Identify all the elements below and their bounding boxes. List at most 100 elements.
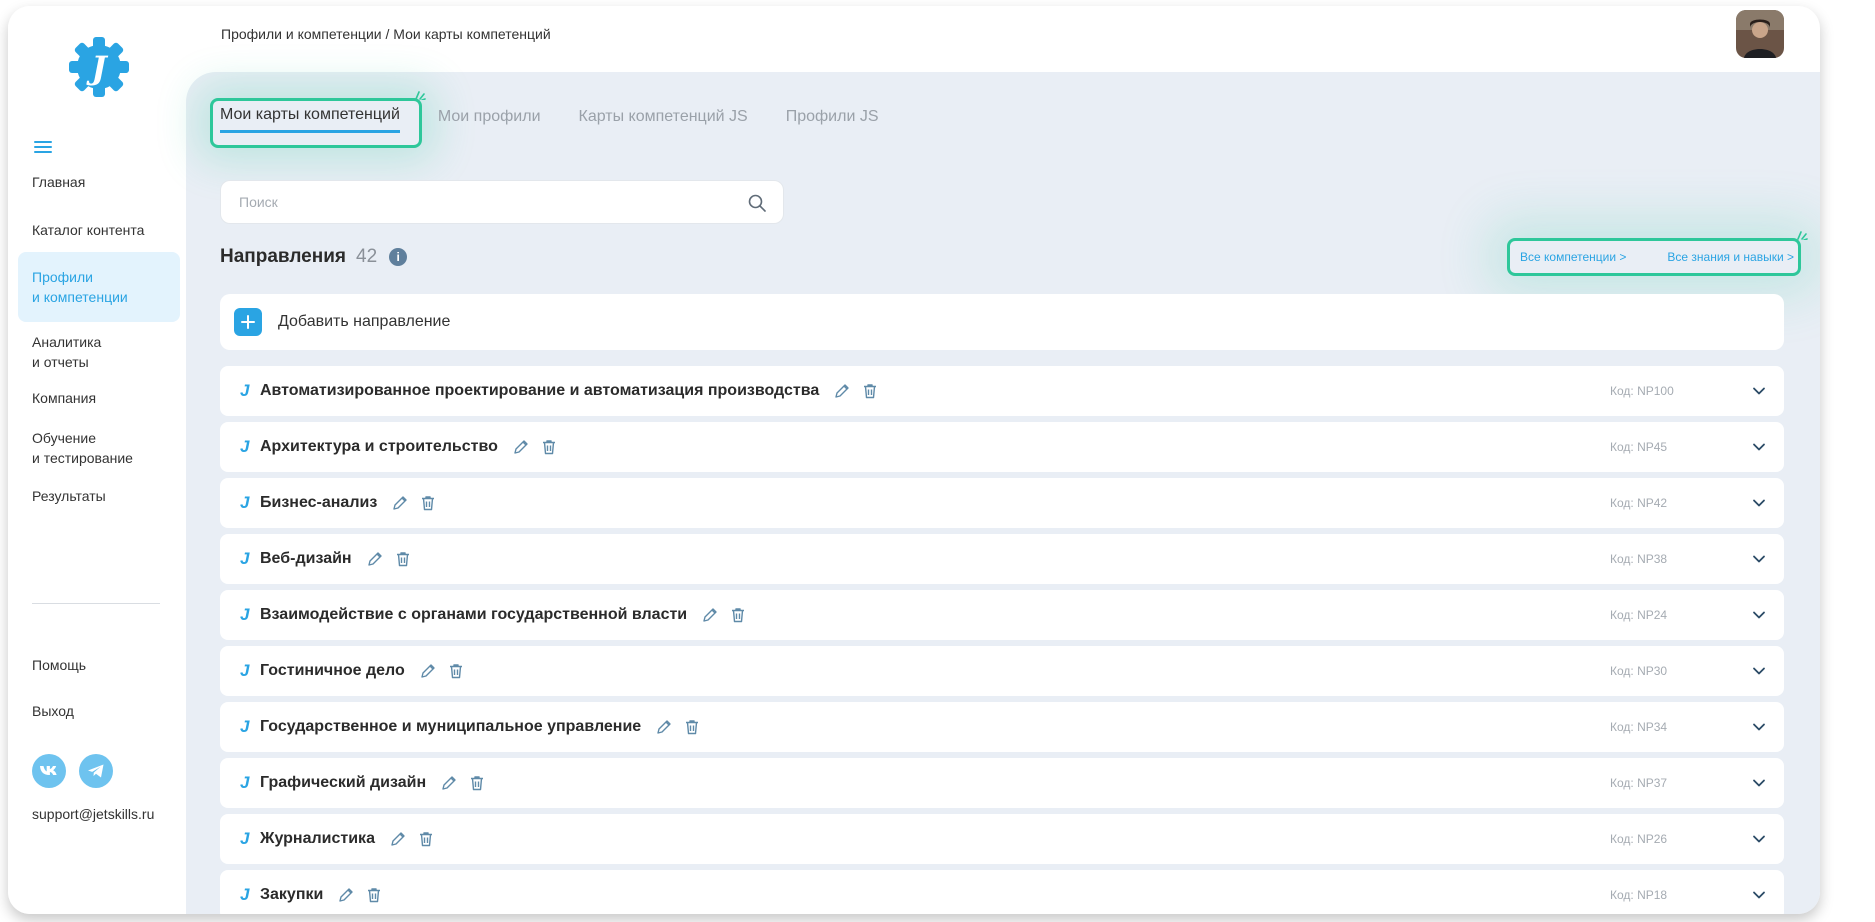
direction-title: Гостиничное дело [260, 662, 405, 679]
info-icon[interactable]: i [389, 248, 408, 266]
direction-title: Архитектура и строительство [260, 438, 498, 455]
tabs: Мои карты компетенций Мои профили Карты … [220, 106, 917, 133]
directions-count: 42 [356, 246, 378, 267]
sidebar-item-company[interactable]: Компания [18, 382, 180, 410]
chevron-down-icon[interactable] [1750, 494, 1768, 512]
vk-icon[interactable] [32, 754, 66, 788]
telegram-icon[interactable] [79, 754, 113, 788]
pencil-icon[interactable] [512, 438, 530, 456]
j-logo-icon: J [240, 381, 250, 400]
trash-icon[interactable] [468, 774, 486, 792]
sidebar-item-learning[interactable]: Обучение и тестирование [18, 422, 180, 466]
sidebar-item-profiles[interactable]: Профили и компетенции [18, 252, 180, 322]
pencil-icon[interactable] [366, 550, 384, 568]
pencil-icon[interactable] [337, 886, 355, 904]
direction-code: Код: NP45 [1610, 440, 1668, 454]
trash-icon[interactable] [540, 438, 558, 456]
sidebar-item-results[interactable]: Результаты [18, 478, 180, 506]
tab-js-profiles[interactable]: Профили JS [786, 108, 879, 132]
quick-links: Все компетенции > Все знания и навыки > [1507, 238, 1801, 276]
direction-title: Веб-дизайн [260, 550, 352, 567]
pencil-icon[interactable] [440, 774, 458, 792]
sidebar-item-analytics[interactable]: Аналитика и отчеты [18, 326, 180, 370]
trash-icon[interactable] [683, 718, 701, 736]
tab-js-competency-maps[interactable]: Карты компетенций JS [579, 108, 748, 132]
avatar[interactable] [1736, 10, 1784, 58]
direction-title: Государственное и муниципальное управлен… [260, 718, 642, 735]
direction-row[interactable]: J Автоматизированное проектирование и ав… [220, 366, 1784, 416]
direction-code: Код: NP24 [1610, 608, 1668, 622]
direction-row[interactable]: J Гостиничное дело Код: NP30 [220, 646, 1784, 696]
direction-code: Код: NP30 [1610, 664, 1668, 678]
trash-icon[interactable] [729, 606, 747, 624]
add-direction-label: Добавить направление [278, 313, 451, 330]
direction-code: Код: NP34 [1610, 720, 1668, 734]
chevron-down-icon[interactable] [1750, 774, 1768, 792]
direction-code: Код: NP37 [1610, 776, 1668, 790]
trash-icon[interactable] [419, 494, 437, 512]
j-logo-icon: J [240, 829, 250, 848]
pencil-icon[interactable] [833, 382, 851, 400]
direction-row[interactable]: J Графический дизайн Код: NP37 [220, 758, 1784, 808]
direction-row[interactable]: J Взаимодействие с органами государствен… [220, 590, 1784, 640]
sidebar-divider [32, 603, 160, 604]
trash-icon[interactable] [417, 830, 435, 848]
support-email[interactable]: support@jetskills.ru [32, 806, 154, 822]
chevron-down-icon[interactable] [1750, 662, 1768, 680]
direction-title: Журналистика [260, 830, 375, 847]
trash-icon[interactable] [394, 550, 412, 568]
direction-title: Взаимодействие с органами государственно… [260, 606, 688, 623]
logout-link[interactable]: Выход [32, 703, 74, 719]
sidebar: J Главная Каталог контента Профили и ком… [8, 6, 186, 914]
trash-icon[interactable] [861, 382, 879, 400]
trash-icon[interactable] [447, 662, 465, 680]
direction-row[interactable]: J Бизнес-анализ Код: NP42 [220, 478, 1784, 528]
chevron-down-icon[interactable] [1750, 886, 1768, 904]
direction-code: Код: NP42 [1610, 496, 1668, 510]
direction-title: Закупки [260, 886, 324, 903]
pencil-icon[interactable] [655, 718, 673, 736]
chevron-down-icon[interactable] [1750, 718, 1768, 736]
menu-icon[interactable] [34, 141, 52, 155]
pencil-icon[interactable] [701, 606, 719, 624]
breadcrumb: Профили и компетенции / Мои карты компет… [221, 26, 551, 42]
sidebar-item-home[interactable]: Главная [18, 170, 180, 198]
j-logo-icon: J [240, 717, 250, 736]
chevron-down-icon[interactable] [1750, 550, 1768, 568]
all-competencies-link[interactable]: Все компетенции > [1520, 250, 1626, 264]
add-direction-button[interactable]: Добавить направление [220, 294, 1784, 350]
j-logo-icon: J [240, 885, 250, 904]
direction-row[interactable]: J Государственное и муниципальное управл… [220, 702, 1784, 752]
pencil-icon[interactable] [389, 830, 407, 848]
tab-my-competency-maps[interactable]: Мои карты компетенций [220, 106, 400, 133]
logo-icon[interactable]: J [66, 34, 132, 100]
pencil-icon[interactable] [391, 494, 409, 512]
chevron-down-icon[interactable] [1750, 606, 1768, 624]
search-input[interactable] [221, 181, 783, 223]
sidebar-item-catalog[interactable]: Каталог контента [18, 218, 180, 246]
j-logo-icon: J [240, 661, 250, 680]
direction-title: Бизнес-анализ [260, 494, 378, 511]
trash-icon[interactable] [365, 886, 383, 904]
directions-header: Направления 42 i [220, 246, 408, 268]
chevron-down-icon[interactable] [1750, 830, 1768, 848]
direction-code: Код: NP100 [1610, 384, 1674, 398]
direction-row[interactable]: J Журналистика Код: NP26 [220, 814, 1784, 864]
j-logo-icon: J [240, 773, 250, 792]
direction-row[interactable]: J Закупки Код: NP18 [220, 870, 1784, 914]
direction-code: Код: NP26 [1610, 832, 1668, 846]
direction-row[interactable]: J Архитектура и строительство Код: NP45 [220, 422, 1784, 472]
pencil-icon[interactable] [419, 662, 437, 680]
chevron-down-icon[interactable] [1750, 382, 1768, 400]
search-icon[interactable] [747, 193, 767, 213]
app-window: J Главная Каталог контента Профили и ком… [8, 6, 1820, 914]
direction-code: Код: NP38 [1610, 552, 1668, 566]
direction-title: Графический дизайн [260, 774, 427, 791]
spark-icon [415, 91, 426, 100]
tab-my-profiles[interactable]: Мои профили [438, 108, 541, 132]
directions-list: J Автоматизированное проектирование и ав… [220, 366, 1784, 914]
all-skills-link[interactable]: Все знания и навыки > [1667, 250, 1794, 264]
chevron-down-icon[interactable] [1750, 438, 1768, 456]
direction-row[interactable]: J Веб-дизайн Код: NP38 [220, 534, 1784, 584]
help-link[interactable]: Помощь [32, 657, 86, 673]
